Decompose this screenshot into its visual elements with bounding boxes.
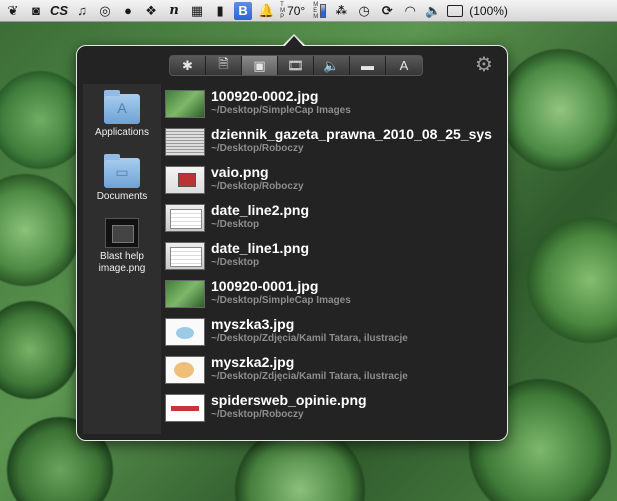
memory-bar-icon[interactable]: [320, 3, 327, 18]
cs-icon[interactable]: CS: [50, 2, 68, 20]
gear-icon[interactable]: ⚙: [475, 54, 493, 76]
list-item[interactable]: 100920-0001.jpg ~/Desktop/SimpleCap Imag…: [165, 278, 505, 316]
temp-label-icon: TMP: [280, 1, 286, 20]
file-path: ~/Desktop/SimpleCap Images: [211, 105, 351, 116]
filter-applications-button[interactable]: A: [386, 56, 422, 75]
file-path: ~/Desktop/Zdjęcia/Kamil Tatara, ilustrac…: [211, 371, 408, 382]
n-icon[interactable]: n: [165, 2, 183, 20]
battery-icon[interactable]: [447, 4, 464, 17]
chat-bubble-icon[interactable]: ●: [119, 2, 137, 20]
camera-icon[interactable]: ◙: [27, 2, 45, 20]
file-thumbnail: [165, 128, 205, 156]
file-name: date_line2.png: [211, 202, 310, 218]
sidebar-item-applications[interactable]: A Applications: [83, 90, 161, 139]
asterisk-icon: ✱: [182, 57, 193, 73]
file-name: myszka2.jpg: [211, 354, 295, 370]
file-name: 100920-0002.jpg: [211, 88, 319, 104]
applications-folder-icon: A: [104, 90, 140, 124]
grid-icon[interactable]: ▦: [188, 2, 206, 20]
file-path: ~/Desktop: [211, 219, 260, 230]
music-note-icon[interactable]: ♫: [73, 2, 91, 20]
file-path: ~/Desktop/SimpleCap Images: [211, 295, 351, 306]
image-icon: ▣: [253, 57, 266, 73]
file-path: ~/Desktop/Roboczy: [211, 409, 304, 420]
film-icon: 🎞: [287, 57, 304, 73]
filter-documents-button[interactable]: 🗎: [206, 56, 242, 75]
list-item[interactable]: myszka2.jpg ~/Desktop/Zdjęcia/Kamil Tata…: [165, 354, 505, 392]
menu-bar: ❦ ◙ CS ♫ ◎ ● ❖ n ▦ ▮ B 🔔 TMP 70° MEM ⁂ ◷…: [0, 0, 617, 22]
file-thumbnail: [165, 166, 205, 194]
wifi-icon[interactable]: ◠: [401, 2, 419, 20]
file-path: ~/Desktop: [211, 257, 260, 268]
sync-icon[interactable]: ⟳: [378, 2, 396, 20]
file-name: dziennik_gazeta_prawna_2010_08_25_sys: [211, 126, 492, 142]
list-item[interactable]: myszka3.jpg ~/Desktop/Zdjęcia/Kamil Tata…: [165, 316, 505, 354]
list-item[interactable]: vaio.png ~/Desktop/Roboczy: [165, 164, 505, 202]
file-thumbnail: [165, 204, 205, 232]
list-item[interactable]: spidersweb_opinie.png ~/Desktop/Roboczy: [165, 392, 505, 430]
filter-movies-button[interactable]: 🎞: [278, 56, 314, 75]
file-thumbnail: [165, 90, 205, 118]
sidebar-item-blast-help-image[interactable]: Blast help image.png: [83, 218, 161, 275]
file-thumbnail: [165, 394, 205, 422]
bell-icon[interactable]: 🔔: [257, 2, 275, 20]
documents-folder-icon: ▭: [104, 154, 140, 188]
file-name: 100920-0001.jpg: [211, 278, 319, 294]
filter-audio-button[interactable]: 🔈: [314, 56, 350, 75]
evernote-icon[interactable]: ❦: [4, 2, 22, 20]
time-machine-icon[interactable]: ◷: [355, 2, 373, 20]
ring-icon[interactable]: ◎: [96, 2, 114, 20]
blast-icon[interactable]: B: [234, 1, 253, 20]
file-thumbnail: [165, 318, 205, 346]
filter-toolbar: ✱ 🗎 ▣ 🎞 🔈 ▬ A: [169, 55, 423, 76]
filter-images-button[interactable]: ▣: [242, 56, 278, 75]
app-store-icon: A: [399, 58, 409, 73]
dropbox-icon[interactable]: ❖: [142, 2, 160, 20]
popup-arrow: [282, 34, 306, 47]
sidebar-item-label: Documents: [96, 191, 148, 202]
mem-label-icon: MEM: [313, 1, 319, 20]
image-thumbnail-icon: [105, 218, 139, 248]
sidebar-item-label: Blast help image.png: [98, 251, 146, 274]
blast-popup: ✱ 🗎 ▣ 🎞 🔈 ▬ A ⚙ A Applications ▭ Documen…: [76, 34, 508, 441]
temperature-readout[interactable]: 70°: [287, 4, 305, 18]
list-item[interactable]: date_line2.png ~/Desktop: [165, 202, 505, 240]
filter-folders-button[interactable]: ▬: [350, 56, 386, 75]
list-item[interactable]: dziennik_gazeta_prawna_2010_08_25_sys ~/…: [165, 126, 505, 164]
volume-icon[interactable]: 🔈: [424, 2, 442, 20]
file-name: myszka3.jpg: [211, 316, 295, 332]
file-thumbnail: [165, 280, 205, 308]
list-item[interactable]: date_line1.png ~/Desktop: [165, 240, 505, 278]
sidebar: A Applications ▭ Documents Blast help im…: [83, 84, 161, 434]
speaker-icon: 🔈: [323, 57, 340, 73]
file-name: date_line1.png: [211, 240, 310, 256]
file-path: ~/Desktop/Roboczy: [211, 181, 304, 192]
clipboard-icon[interactable]: ▮: [211, 2, 229, 20]
file-thumbnail: [165, 242, 205, 270]
document-icon: 🗎: [218, 55, 229, 71]
folder-icon: ▬: [361, 58, 374, 73]
file-thumbnail: [165, 356, 205, 384]
network-activity-icon[interactable]: ⁂: [332, 2, 350, 20]
file-path: ~/Desktop/Roboczy: [211, 143, 304, 154]
sidebar-item-documents[interactable]: ▭ Documents: [83, 154, 161, 203]
list-item[interactable]: 100920-0002.jpg ~/Desktop/SimpleCap Imag…: [165, 88, 505, 126]
file-name: vaio.png: [211, 164, 269, 180]
file-name: spidersweb_opinie.png: [211, 392, 367, 408]
filter-all-button[interactable]: ✱: [170, 56, 206, 75]
file-path: ~/Desktop/Zdjęcia/Kamil Tatara, ilustrac…: [211, 333, 408, 344]
sidebar-item-label: Applications: [95, 127, 149, 138]
battery-readout[interactable]: (100%): [469, 4, 508, 18]
